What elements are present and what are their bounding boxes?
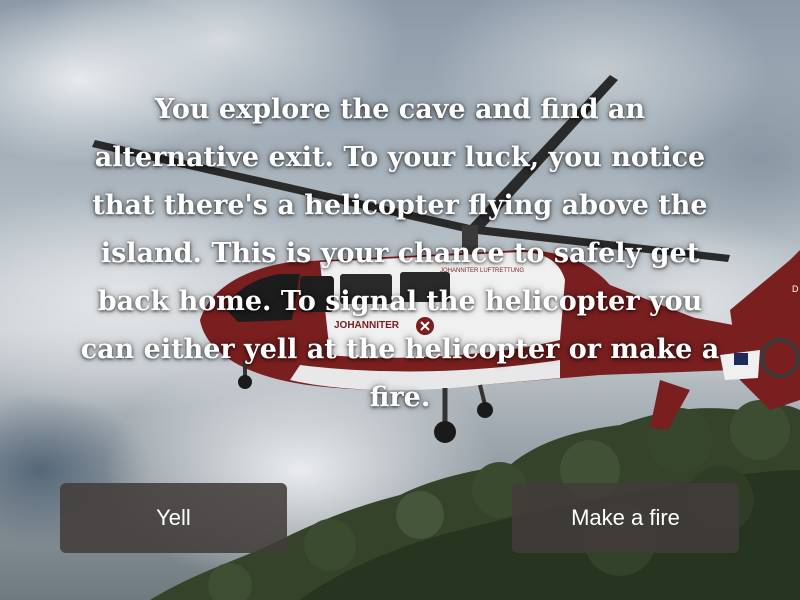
story-text: You explore the cave and find an alterna… bbox=[80, 94, 720, 413]
yell-button[interactable]: Yell bbox=[60, 483, 287, 553]
tail-mark: D bbox=[792, 284, 799, 294]
game-scene: JOHANNITER JOHANNITER LUFTRETTUNG D You … bbox=[0, 0, 800, 600]
make-fire-button[interactable]: Make a fire bbox=[512, 483, 739, 553]
